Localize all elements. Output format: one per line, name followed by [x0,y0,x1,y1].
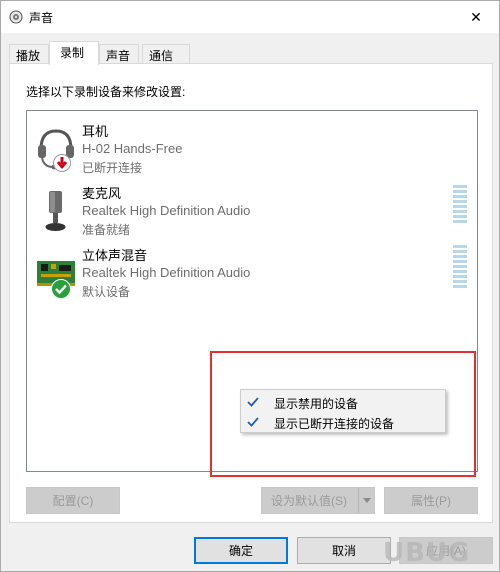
device-item-microphone[interactable]: 麦克风 Realtek High Definition Audio 准备就绪 [27,183,477,245]
properties-button[interactable]: 属性(P) [384,487,478,514]
level-meter [453,245,467,290]
device-driver: Realtek High Definition Audio [82,203,251,218]
checkmark-icon [247,417,259,427]
chevron-down-icon [362,498,371,503]
device-item-stereo-mix[interactable]: 立体声混音 Realtek High Definition Audio 默认设备 [27,245,477,307]
menu-item-label: 显示已断开连接的设备 [274,417,395,431]
cancel-button[interactable]: 取消 [297,537,391,564]
close-button[interactable]: ✕ [453,1,499,33]
device-name: 耳机 [82,124,109,139]
instruction-text: 选择以下录制设备来修改设置: [26,85,186,99]
set-default-dropdown[interactable] [358,488,374,513]
menu-item-show-disconnected[interactable]: 显示已断开连接的设备 [241,412,445,432]
tab-playback[interactable]: 播放 [9,44,49,64]
configure-button[interactable]: 配置(C) [26,487,120,514]
set-default-button[interactable]: 设为默认值(S) [261,487,375,514]
microphone-icon [45,191,66,231]
sound-dialog: 声音 ✕ 播放 录制 声音 通信 选择以下录制设备来修改设置: 耳机 H-02 … [0,0,500,572]
context-menu: 显示禁用的设备 显示已断开连接的设备 [240,389,446,433]
device-list[interactable]: 耳机 H-02 Hands-Free 已断开连接 麦克风 Realtek Hig… [26,110,478,477]
checkmark-icon [247,397,259,407]
device-item-headset[interactable]: 耳机 H-02 Hands-Free 已断开连接 [27,121,477,183]
disconnected-arrow-icon [53,154,71,172]
device-status: 默认设备 [82,285,131,299]
device-name: 麦克风 [82,186,122,201]
recording-panel: 选择以下录制设备来修改设置: 耳机 H-02 Hands-Free 已断开连接 [9,63,493,523]
default-check-icon [51,279,71,299]
tab-recording[interactable]: 录制 [49,41,99,65]
device-status: 准备就绪 [82,223,131,237]
device-name: 立体声混音 [82,248,148,263]
device-driver: Realtek High Definition Audio [82,265,251,280]
level-meter [453,185,467,225]
device-status: 已断开连接 [82,161,143,175]
speaker-icon [9,10,23,24]
device-driver: H-02 Hands-Free [82,141,183,156]
title-bar: 声音 ✕ [1,1,499,33]
tab-communications[interactable]: 通信 [142,44,190,64]
menu-item-label: 显示禁用的设备 [274,397,359,411]
set-default-label: 设为默认值(S) [271,494,347,508]
tab-sounds[interactable]: 声音 [99,44,139,64]
close-icon: ✕ [470,8,482,25]
menu-item-show-disabled[interactable]: 显示禁用的设备 [241,392,445,412]
ok-button[interactable]: 确定 [194,537,288,564]
window-title: 声音 [29,11,54,25]
watermark-logo: UBUG [383,538,471,568]
